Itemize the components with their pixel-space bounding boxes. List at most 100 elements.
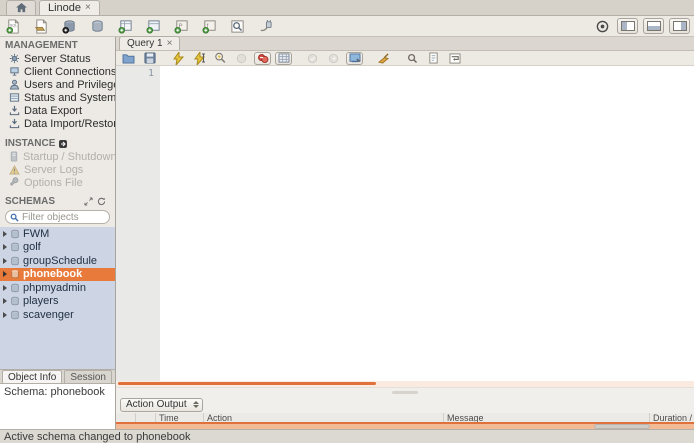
sidebar-item-client-connections[interactable]: Client Connections [0,65,115,78]
schema-row-golf[interactable]: golf [0,241,115,255]
sidebar-item-system-variables[interactable]: Status and System Variables [0,91,115,104]
schema-row-players[interactable]: players [0,295,115,309]
expander-icon[interactable] [3,271,7,277]
open-schema-button[interactable] [88,18,107,35]
server-icon [9,151,19,162]
rollback-button[interactable] [325,52,342,65]
column-header-message[interactable]: Message [444,413,650,422]
toggle-stop-on-error-icon [257,53,269,64]
home-tab[interactable] [6,0,36,15]
expander-icon[interactable] [3,244,7,250]
close-icon[interactable]: × [85,3,91,13]
refresh-schemas-icon[interactable] [97,197,106,206]
create-procedure-button[interactable]: P [172,18,191,35]
create-schema-button[interactable] [60,18,79,35]
object-info-text: Schema: phonebook [4,386,105,398]
close-icon[interactable]: × [167,38,173,49]
instance-section-header: INSTANCE [0,135,115,150]
open-file-button[interactable] [120,52,137,65]
tab-object-info[interactable]: Object Info [2,370,62,383]
column-header-icon[interactable] [116,413,136,422]
status-circle-icon [596,20,609,33]
search-table-data-icon [230,19,245,34]
status-circle-button[interactable] [593,18,612,35]
limit-rows-button[interactable] [275,52,292,65]
expander-icon[interactable] [3,298,7,304]
schema-filter-input[interactable] [22,212,102,223]
reconnect-dbms-button[interactable] [256,18,275,35]
save-button[interactable] [141,52,158,65]
create-procedure-icon: P [174,19,189,34]
panel-splitter[interactable] [116,387,694,396]
schema-row-fwm[interactable]: FWM [0,227,115,241]
commit-button[interactable] [304,52,321,65]
tab-session[interactable]: Session [64,370,112,383]
code-area[interactable] [160,66,694,381]
find-button[interactable] [404,52,421,65]
create-table-button[interactable] [116,18,135,35]
expander-icon[interactable] [3,231,7,237]
sql-editor-toolbar [116,51,694,66]
schema-row-phpmyadmin[interactable]: phpmyadmin [0,281,115,295]
column-header-index[interactable] [136,413,156,422]
invisible-chars-button[interactable] [425,52,442,65]
clear-query-button[interactable] [375,52,392,65]
splitter-grip-icon [392,391,418,394]
schema-row-phonebook[interactable]: phonebook [0,268,115,282]
query-tab[interactable]: Query 1 × [119,36,180,50]
connection-tab[interactable]: Linode × [39,0,100,15]
execute-button[interactable] [170,52,187,65]
toggle-autocommit-button[interactable] [346,52,363,65]
toggle-left-panel-button[interactable] [617,18,638,34]
execute-icon [173,52,184,65]
document-tabbar: Linode × [0,0,694,16]
reconnect-dbms-icon [258,19,273,34]
sidebar-item-startup-shutdown[interactable]: Startup / Shutdown [0,150,115,163]
schema-row-scavenger[interactable]: scavenger [0,308,115,322]
schema-icon [10,269,20,279]
schema-icon [10,256,20,266]
explain-button[interactable] [212,52,229,65]
toggle-bottom-panel-button[interactable] [643,18,664,34]
toggle-stop-on-error-button[interactable] [254,52,271,65]
expander-icon[interactable] [3,258,7,264]
sidebar-item-server-logs[interactable]: Server Logs [0,163,115,176]
client-connections-icon [9,66,20,77]
scrollbar-thumb[interactable] [118,382,376,385]
search-table-data-button[interactable] [228,18,247,35]
sql-editor[interactable]: 1 [116,66,694,381]
action-output-header-row: Time Action Message Duration / Fetch [116,413,694,422]
sidebar-item-data-import[interactable]: Data Import/Restore [0,117,115,130]
toggle-right-panel-button[interactable] [669,18,690,34]
sidebar-item-users-privileges[interactable]: Users and Privileges [0,78,115,91]
scrollbar-thumb[interactable] [594,424,650,429]
schema-row-groupschedule[interactable]: groupSchedule [0,254,115,268]
sidebar-item-options-file[interactable]: Options File [0,176,115,189]
schema-list: FWM golf groupSchedule phonebook [0,227,115,369]
expand-schemas-icon[interactable] [84,197,93,206]
create-function-button[interactable]: f [200,18,219,35]
expander-icon[interactable] [3,285,7,291]
column-header-time[interactable]: Time [156,413,204,422]
create-function-icon: f [202,19,217,34]
sidebar-item-data-export[interactable]: Data Export [0,104,115,117]
action-output-horizontal-scrollbar[interactable] [116,424,694,429]
open-sql-script-button[interactable] [32,18,51,35]
wrap-text-button[interactable] [446,52,463,65]
invisible-chars-icon [428,52,439,64]
new-sql-tab-icon: SQL [6,19,21,34]
action-output-select[interactable]: Action Output [120,398,203,412]
toggle-left-panel-icon [621,21,635,31]
stop-button[interactable] [233,52,250,65]
main-toolbar: SQL P f [0,16,694,37]
query-tabbar: Query 1 × [116,37,694,51]
execute-current-button[interactable] [191,52,208,65]
create-view-button[interactable] [144,18,163,35]
expander-icon[interactable] [3,312,7,318]
new-sql-tab-button[interactable]: SQL [4,18,23,35]
management-section-header: MANAGEMENT [0,37,115,52]
sidebar-item-server-status[interactable]: Server Status [0,52,115,65]
save-icon [144,52,156,64]
column-header-action[interactable]: Action [204,413,444,422]
column-header-duration[interactable]: Duration / Fetch [650,413,694,422]
